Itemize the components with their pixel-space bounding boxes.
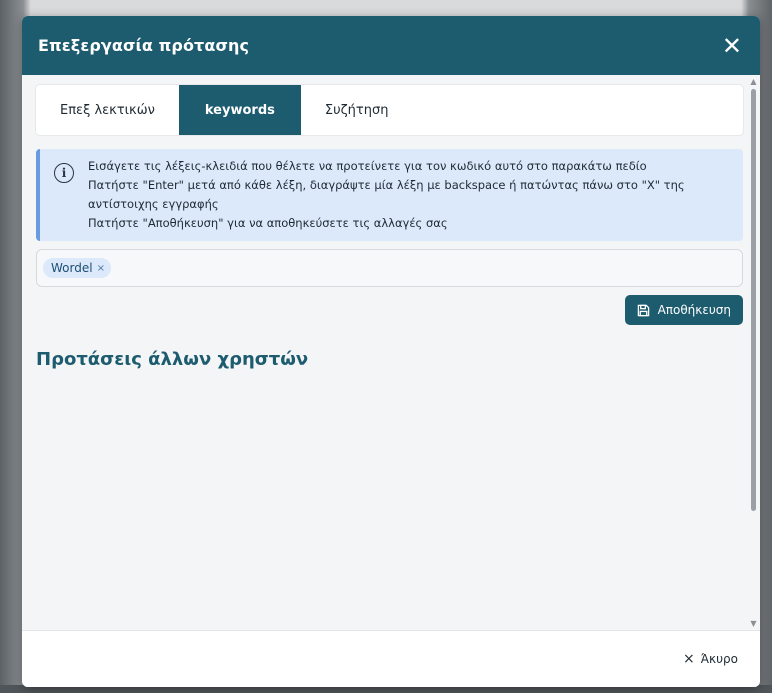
save-icon: [637, 304, 650, 317]
info-line: Πατήστε "Enter" μετά από κάθε λέξη, διαγ…: [88, 178, 685, 211]
tab-discussion[interactable]: Συζήτηση: [301, 85, 413, 135]
other-users-suggestions-heading: Προτάσεις άλλων χρηστών: [36, 349, 309, 370]
keywords-tag-input[interactable]: Wordel ×: [36, 249, 743, 287]
info-icon: i: [54, 163, 74, 183]
tab-keywords[interactable]: keywords: [178, 85, 301, 135]
close-icon: ×: [682, 651, 695, 667]
scroll-up-icon[interactable]: ▲: [749, 77, 758, 86]
tab-edit-terms[interactable]: Επεξ λεκτικών: [36, 85, 179, 135]
save-button[interactable]: Αποθήκευση: [624, 295, 743, 325]
scrollbar-thumb[interactable]: [751, 89, 756, 511]
edit-suggestion-modal: Επεξεργασία πρότασης ✕ Επεξ λεκτικών key…: [22, 16, 760, 687]
tag-remove-icon[interactable]: ×: [97, 263, 105, 274]
keyword-entry-field[interactable]: [110, 255, 736, 281]
modal-scrollbar[interactable]: ▲ ▼: [749, 75, 758, 630]
info-message: i Εισάγετε τις λέξεις-κλειδιά που θέλετε…: [36, 149, 743, 241]
scroll-down-icon[interactable]: ▼: [749, 619, 758, 628]
info-text: Εισάγετε τις λέξεις-κλειδιά που θέλετε ν…: [88, 157, 729, 233]
info-line: Πατήστε "Αποθήκευση" για να αποθηκεύσετε…: [88, 216, 448, 230]
modal-header: Επεξεργασία πρότασης ✕: [22, 16, 760, 75]
info-line: Εισάγετε τις λέξεις-κλειδιά που θέλετε ν…: [88, 159, 647, 173]
keyword-tag-label: Wordel: [51, 261, 93, 275]
close-icon[interactable]: ✕: [714, 30, 750, 62]
tab-bar: Επεξ λεκτικών keywords Συζήτηση: [36, 85, 743, 135]
cancel-button-label: Άκυρο: [700, 652, 738, 666]
save-button-label: Αποθήκευση: [657, 303, 731, 317]
save-row: Αποθήκευση: [36, 295, 743, 325]
modal-title: Επεξεργασία πρότασης: [38, 36, 250, 55]
keyword-tag: Wordel ×: [43, 258, 111, 278]
modal-footer: × Άκυρο: [22, 630, 760, 687]
cancel-button[interactable]: × Άκυρο: [677, 650, 744, 668]
modal-body: Επεξ λεκτικών keywords Συζήτηση i Εισάγε…: [22, 75, 760, 630]
